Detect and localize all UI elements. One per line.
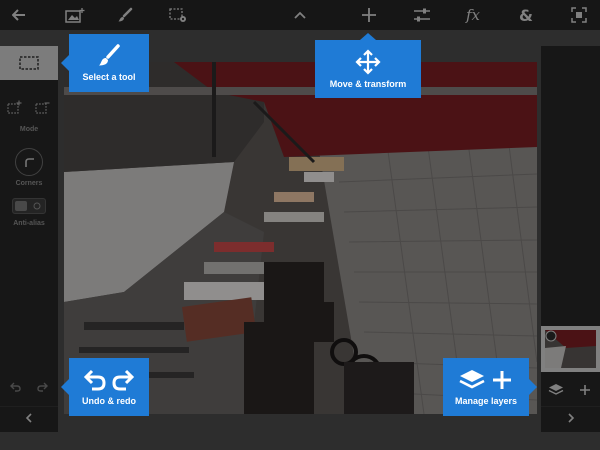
move-icon xyxy=(362,8,376,22)
marquee-select-icon xyxy=(19,56,39,70)
adjustments-icon xyxy=(414,8,430,22)
corner-radius-icon xyxy=(25,158,34,167)
coach-arrow xyxy=(61,55,69,71)
selection-mode-add[interactable] xyxy=(6,98,24,116)
coach-arrow xyxy=(360,33,376,40)
fullscreen-button[interactable] xyxy=(564,0,594,30)
layers-panel xyxy=(541,46,600,432)
coach-label-move-transform: Move & transform xyxy=(329,79,407,89)
chevron-right-icon xyxy=(567,412,574,423)
undo-button[interactable] xyxy=(6,378,24,396)
add-layer-button[interactable] xyxy=(575,380,595,400)
coach-move-transform[interactable]: Move & transform xyxy=(315,33,421,98)
collapse-left-panel-button[interactable] xyxy=(0,406,58,428)
bottom-bar xyxy=(0,432,600,450)
move-transform-button[interactable] xyxy=(354,0,384,30)
redo-button[interactable] xyxy=(34,378,52,396)
tool-options-panel: Mode Corners Anti-alias xyxy=(0,46,58,432)
add-image-icon xyxy=(65,8,85,23)
chevron-left-icon xyxy=(25,412,32,423)
corners-control[interactable] xyxy=(15,148,43,176)
effects-button[interactable]: fx xyxy=(458,0,488,30)
add-image-button[interactable] xyxy=(60,0,90,30)
coach-label-undo-redo: Undo & redo xyxy=(82,396,136,406)
selection-mode-subtract[interactable] xyxy=(34,98,52,116)
rectangle-select-tool[interactable] xyxy=(0,46,58,80)
plus-icon xyxy=(580,385,590,395)
coach-manage-layers[interactable]: Manage layers xyxy=(443,358,537,416)
toggle-icon xyxy=(15,201,41,211)
anti-alias-label: Anti-alias xyxy=(13,220,45,227)
brush-icon xyxy=(118,7,133,22)
selection-settings-icon xyxy=(169,8,186,22)
layer-thumbnail[interactable] xyxy=(541,326,600,372)
mode-label: Mode xyxy=(19,126,39,133)
coach-label-manage-layers: Manage layers xyxy=(454,396,518,406)
effects-fx-icon: fx xyxy=(465,6,480,24)
coach-arrow xyxy=(61,379,69,395)
undo-redo-icon xyxy=(83,369,135,391)
collapse-toolbar-button[interactable] xyxy=(285,0,315,30)
layers-plus-icon xyxy=(459,370,511,389)
top-toolbar: fx & xyxy=(0,0,600,30)
layers-button[interactable] xyxy=(546,380,566,400)
coach-undo-redo[interactable]: Undo & redo xyxy=(61,358,149,416)
corners-label: Corners xyxy=(15,180,43,187)
anti-alias-toggle[interactable] xyxy=(12,198,46,214)
undo-icon xyxy=(10,382,21,392)
selection-subtract-icon xyxy=(35,102,50,114)
back-arrow-icon xyxy=(12,9,25,21)
move-arrows-icon xyxy=(355,49,381,75)
layer-thumbnail-image xyxy=(545,330,596,368)
coach-select-tool[interactable]: Select a tool xyxy=(61,34,149,92)
back-button[interactable] xyxy=(4,0,34,30)
chevron-up-icon xyxy=(294,11,306,19)
brush-icon xyxy=(99,44,120,66)
collapse-right-panel-button[interactable] xyxy=(541,406,600,428)
selection-add-icon xyxy=(7,100,22,114)
brush-button[interactable] xyxy=(110,0,140,30)
adjustments-button[interactable] xyxy=(407,0,437,30)
coach-arrow xyxy=(529,379,537,395)
layers-icon xyxy=(548,384,564,395)
coach-label-select-tool: Select a tool xyxy=(82,72,136,82)
selection-settings-button[interactable] xyxy=(163,0,193,30)
blend-button[interactable]: & xyxy=(511,0,541,30)
fullscreen-icon xyxy=(571,7,587,23)
ampersand-icon: & xyxy=(519,5,533,25)
redo-icon xyxy=(37,382,48,392)
